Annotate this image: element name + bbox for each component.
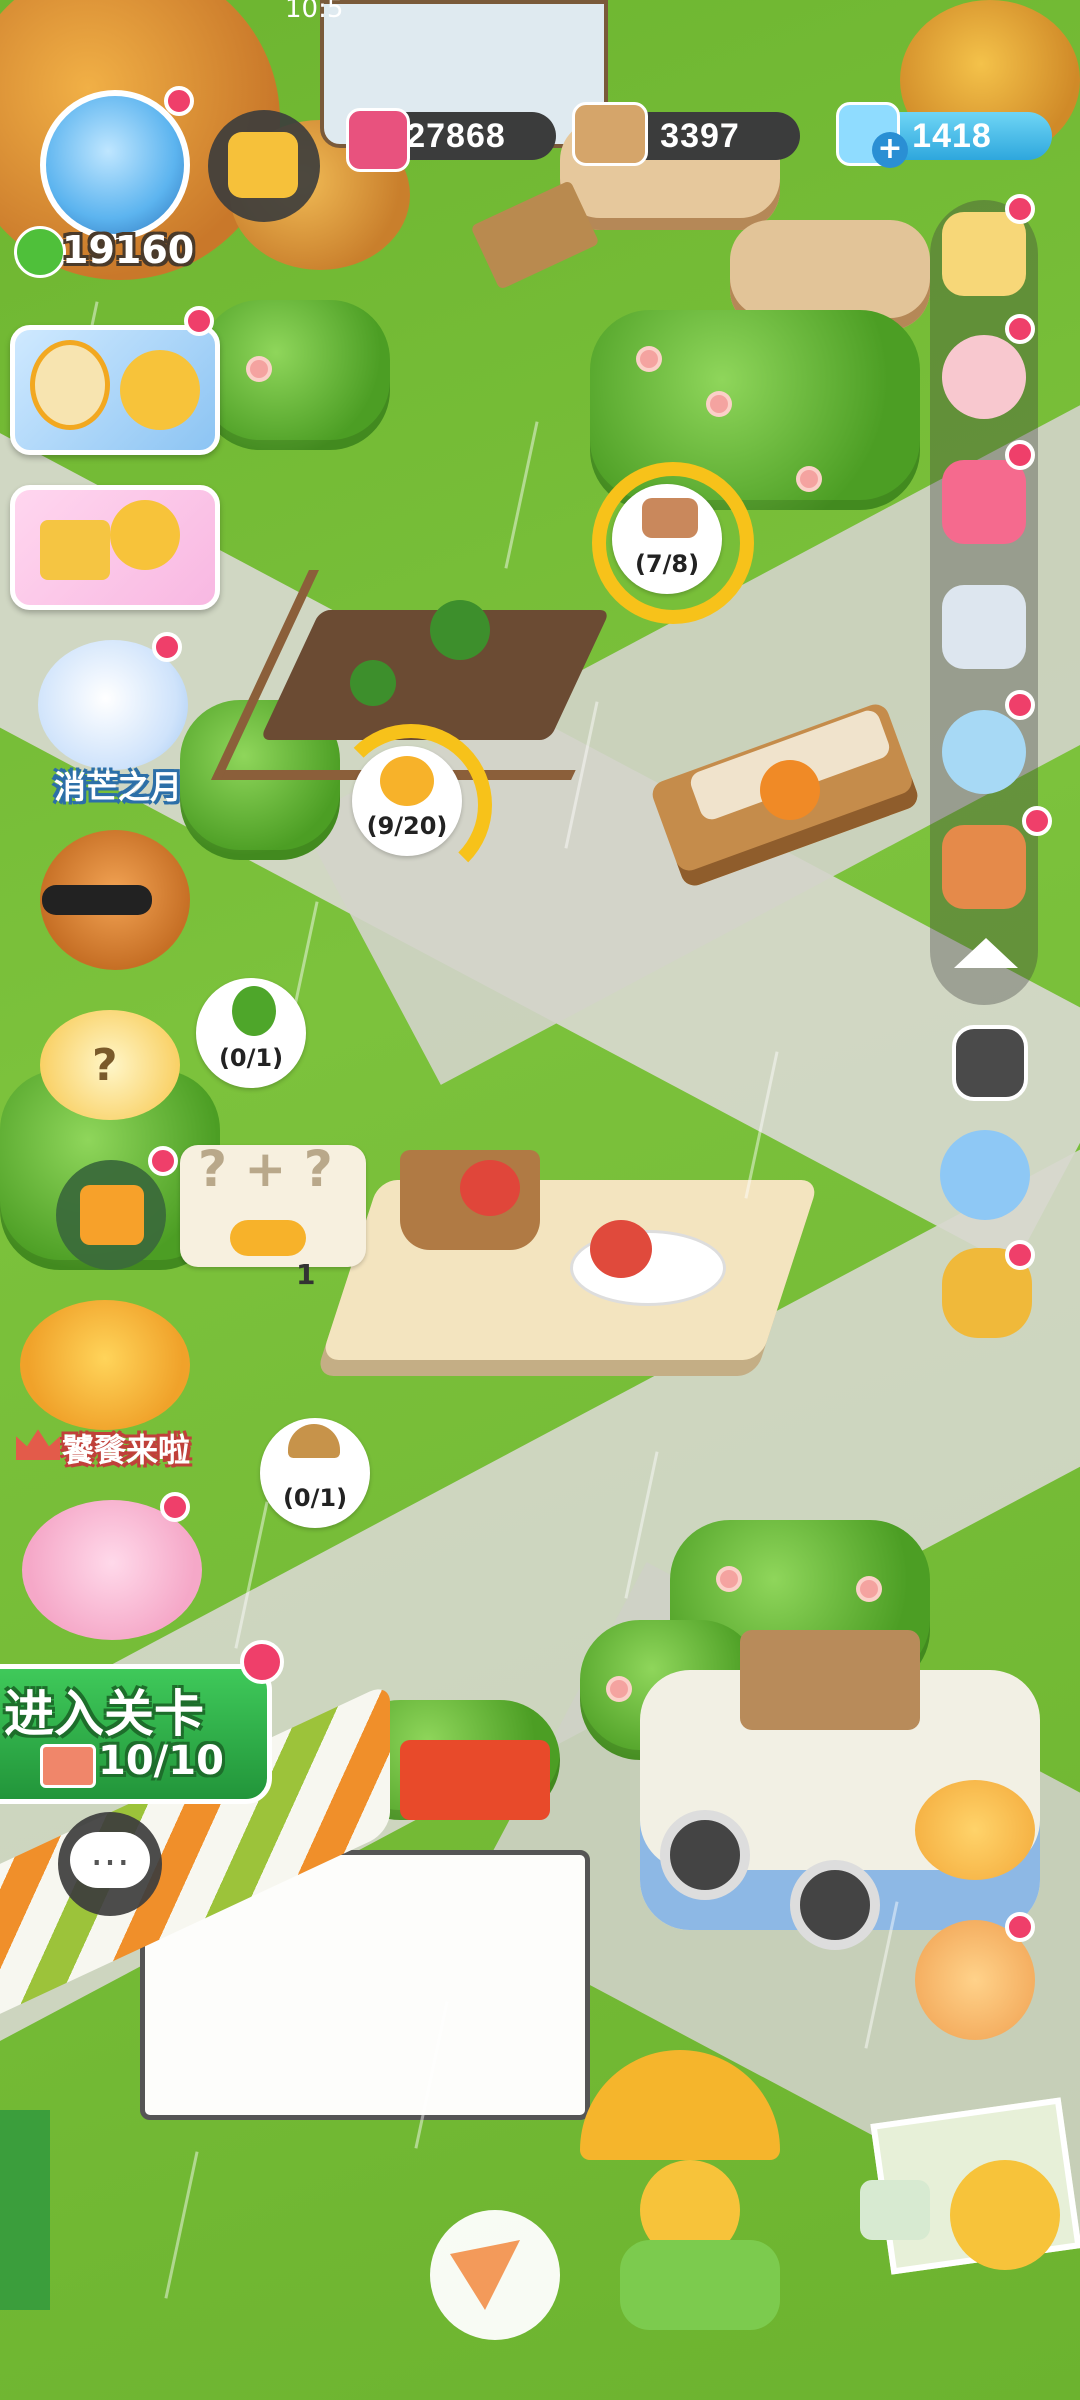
enter-level-label: 进入关卡 <box>4 1685 204 1743</box>
sunglasses <box>42 885 152 915</box>
collapse-arrow-icon[interactable] <box>954 938 1018 968</box>
van-luggage <box>740 1630 920 1730</box>
recipe-dot <box>1022 806 1052 836</box>
flower <box>720 1570 738 1588</box>
bunny-dot <box>160 1492 190 1522</box>
moon-event-label: 消芒之月 <box>54 768 183 806</box>
milk-event-icon[interactable] <box>942 710 1026 794</box>
clover-count: 19160 <box>62 228 195 272</box>
van-wheel <box>660 1810 750 1900</box>
friends-dot <box>1005 314 1035 344</box>
rock-progress: (7/8) <box>634 550 700 578</box>
fries-icon <box>230 1220 306 1256</box>
tiger-event-character[interactable] <box>20 1300 190 1430</box>
recipe-formula: ? + ? <box>198 1140 333 1198</box>
stopwatch-icon <box>30 340 110 430</box>
van-wheel-2 <box>790 1860 880 1950</box>
tiger-event-label: 饕餮来啦 <box>62 1431 191 1469</box>
friends-icon[interactable] <box>942 335 1026 419</box>
fruit-icon <box>380 756 434 806</box>
flower <box>710 395 728 413</box>
avatar-notification-dot <box>164 86 194 116</box>
tree-progress: (0/1) <box>218 1044 284 1072</box>
gem-icon <box>346 108 410 172</box>
chick-icon-2 <box>110 500 180 570</box>
sprout-2 <box>350 660 396 706</box>
apple <box>460 1160 520 1216</box>
flower <box>800 470 818 488</box>
recipe-book-icon[interactable] <box>942 825 1026 909</box>
sprout <box>430 600 490 660</box>
camera-tripod <box>860 2180 930 2240</box>
ticket-count: 10/10 <box>98 1738 224 1784</box>
chick-couple-icon[interactable] <box>915 1780 1035 1880</box>
wood-icon <box>572 102 648 166</box>
bakery-dot <box>1005 194 1035 224</box>
flower <box>640 350 658 368</box>
time-boost-dot <box>184 306 214 336</box>
carrot-on-bench <box>760 760 820 820</box>
ticket-icon <box>40 1744 96 1788</box>
bush-2 <box>200 300 390 450</box>
flower <box>610 1680 628 1698</box>
clover-icon <box>14 226 66 278</box>
milk-dot <box>1005 690 1035 720</box>
tree-icon <box>232 986 276 1036</box>
mushroom-progress: (0/1) <box>282 1484 348 1512</box>
plus-icon[interactable]: + <box>872 132 908 168</box>
chick-icon <box>120 350 200 430</box>
megaphone-shape <box>228 132 298 198</box>
recipe-count: 1 <box>296 1258 316 1291</box>
rock-icon <box>642 498 698 538</box>
crystal-count: 1418 <box>912 116 992 155</box>
moon-event-dot <box>152 632 182 662</box>
chat-icon: … <box>70 1832 150 1888</box>
apple-2 <box>590 1220 652 1278</box>
chick-photographer <box>950 2160 1060 2270</box>
hamster-dot <box>1005 1912 1035 1942</box>
flower <box>860 1580 878 1598</box>
album-dot <box>1005 440 1035 470</box>
speaker-icon[interactable] <box>942 585 1026 669</box>
fruit-progress: (9/20) <box>366 812 448 840</box>
question-mark: ? <box>92 1040 118 1091</box>
shop-sign-box <box>400 1740 550 1820</box>
backpack-dot <box>1005 1240 1035 1270</box>
enter-level-dot <box>240 1640 284 1684</box>
green-chair <box>620 2240 780 2330</box>
gift-box-icon <box>40 520 110 580</box>
shop-pillar <box>0 2110 50 2310</box>
player-avatar[interactable] <box>40 90 190 240</box>
camera-icon[interactable] <box>952 1025 1028 1101</box>
flower <box>250 360 268 378</box>
wood-count: 3397 <box>660 116 740 155</box>
bakery-shop-icon[interactable] <box>942 212 1026 296</box>
chest-shape <box>80 1185 144 1245</box>
gem-count: 27868 <box>406 116 506 155</box>
chest-event-dot <box>148 1146 178 1176</box>
status-time: 10:5 <box>285 0 344 24</box>
phone-icon[interactable] <box>940 1130 1030 1220</box>
photo-album-icon[interactable] <box>942 460 1026 544</box>
